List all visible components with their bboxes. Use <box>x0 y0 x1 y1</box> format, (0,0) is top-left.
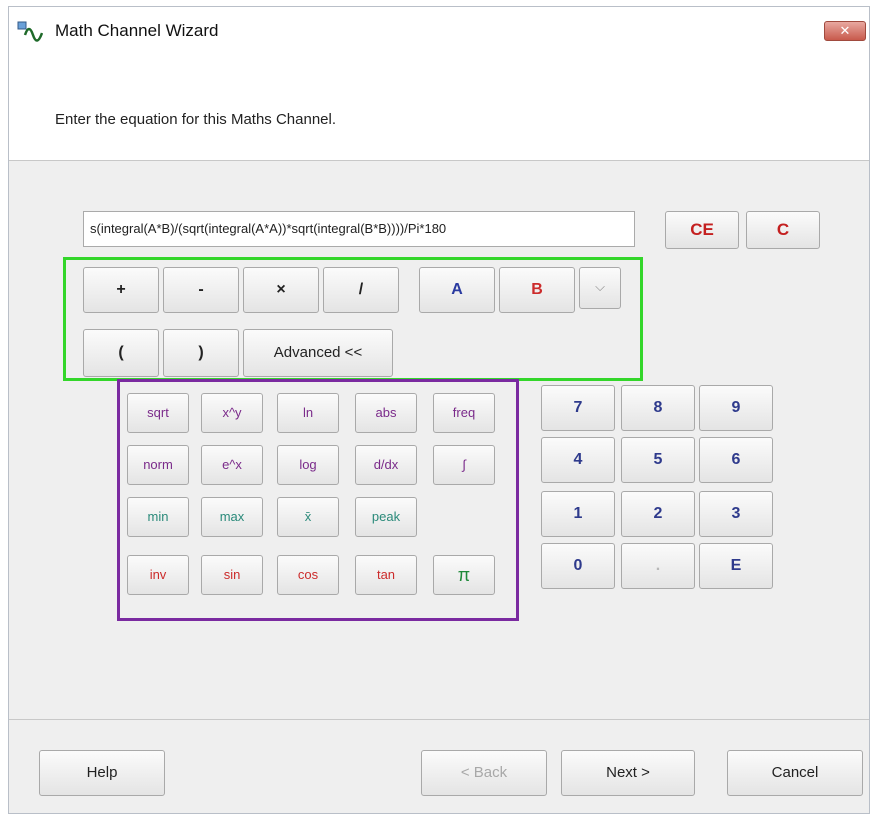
key-6[interactable]: 6 <box>699 437 773 483</box>
math-channel-wizard-window: Math Channel Wizard ✕ Enter the equation… <box>8 6 870 814</box>
key-5[interactable]: 5 <box>621 437 695 483</box>
clear-button[interactable]: C <box>746 211 820 249</box>
key-2[interactable]: 2 <box>621 491 695 537</box>
cancel-button[interactable]: Cancel <box>727 750 863 796</box>
key-8[interactable]: 8 <box>621 385 695 431</box>
wizard-footer: Help < Back Next > Cancel <box>9 719 869 813</box>
help-button[interactable]: Help <box>39 750 165 796</box>
back-button[interactable]: < Back <box>421 750 547 796</box>
math-channel-icon <box>17 21 44 43</box>
advanced-functions-highlight <box>117 379 519 621</box>
window-title: Math Channel Wizard <box>55 21 219 40</box>
title-bar: Math Channel Wizard ✕ <box>9 7 869 59</box>
wizard-header: Enter the equation for this Maths Channe… <box>9 59 869 161</box>
key-e[interactable]: E <box>699 543 773 589</box>
key-9[interactable]: 9 <box>699 385 773 431</box>
key-0[interactable]: 0 <box>541 543 615 589</box>
next-button[interactable]: Next > <box>561 750 695 796</box>
key-3[interactable]: 3 <box>699 491 773 537</box>
key-1[interactable]: 1 <box>541 491 615 537</box>
key-decimal[interactable]: . <box>621 543 695 589</box>
close-button[interactable]: ✕ <box>824 21 866 41</box>
instruction-text: Enter the equation for this Maths Channe… <box>55 111 337 128</box>
clear-entry-button[interactable]: CE <box>665 211 739 249</box>
key-7[interactable]: 7 <box>541 385 615 431</box>
equation-input[interactable]: s(integral(A*B)/(sqrt(integral(A*A))*sqr… <box>83 211 635 247</box>
equation-editor-panel: s(integral(A*B)/(sqrt(integral(A*A))*sqr… <box>9 161 869 719</box>
key-4[interactable]: 4 <box>541 437 615 483</box>
basic-operators-highlight <box>63 257 643 381</box>
